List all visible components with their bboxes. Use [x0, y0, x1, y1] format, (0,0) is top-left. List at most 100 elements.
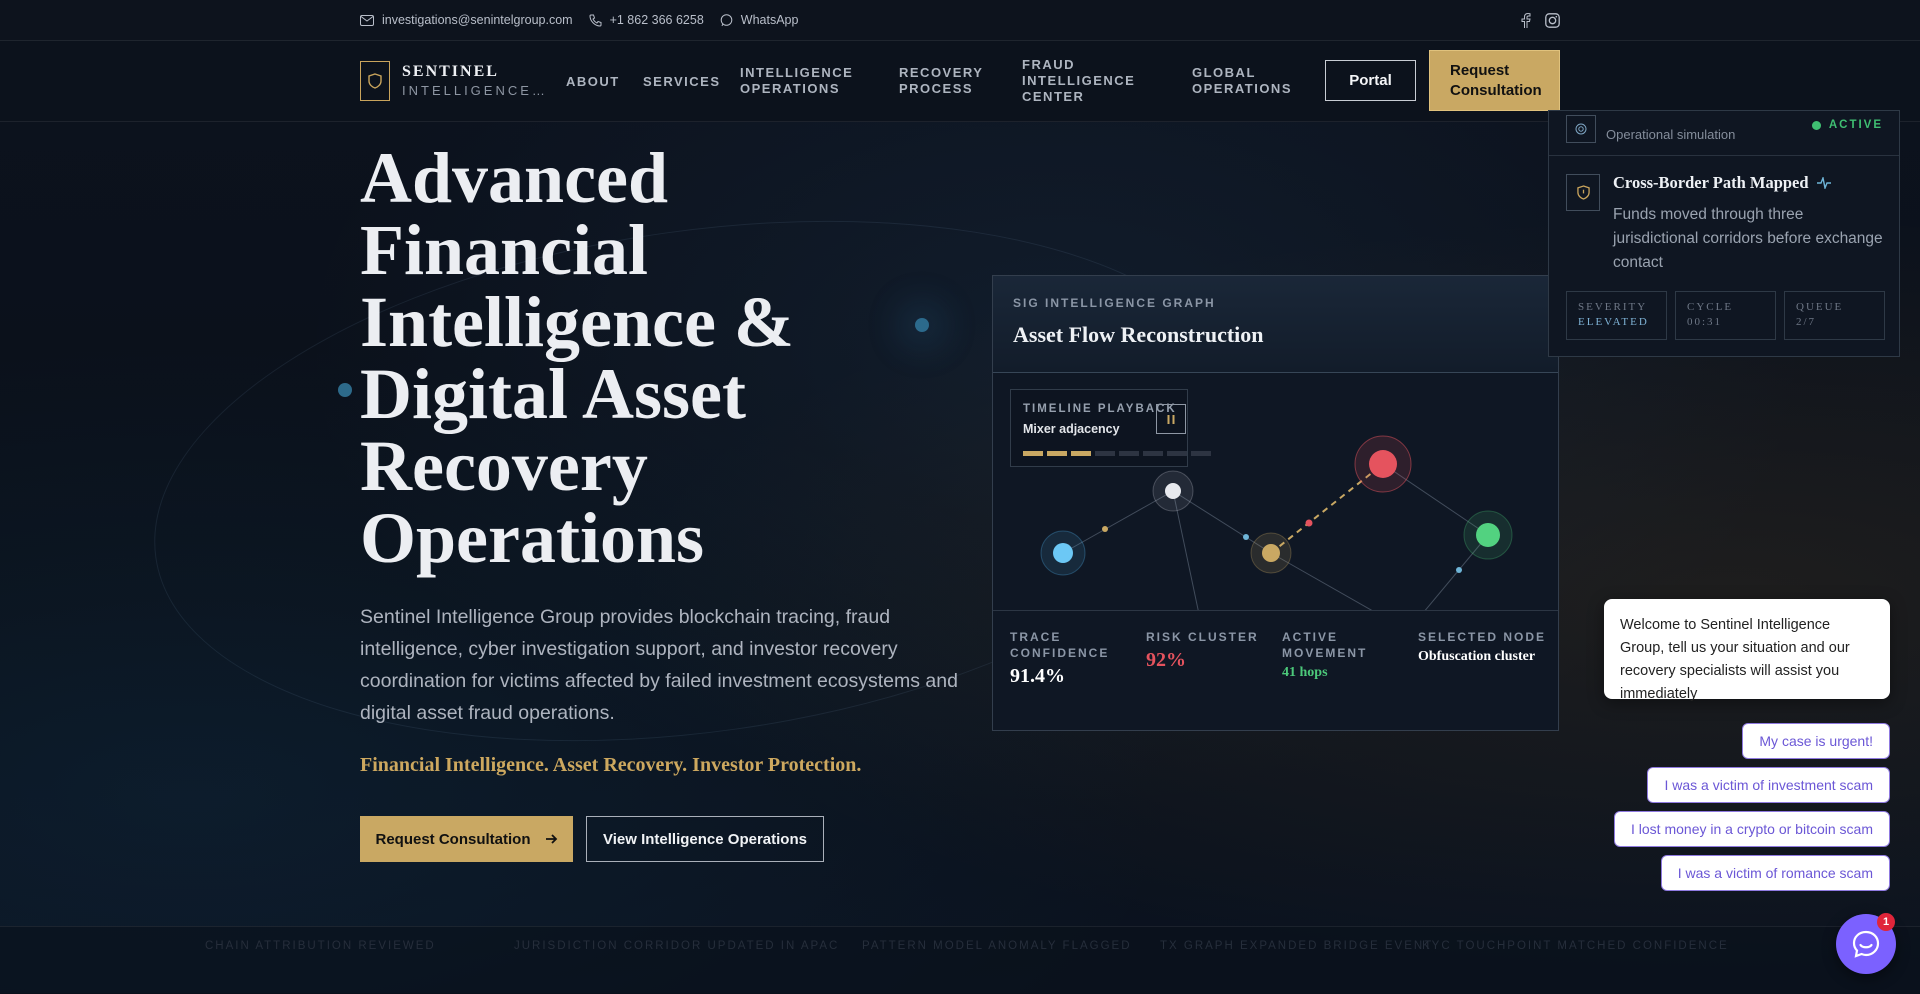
asset-flow-card-header: SIG INTELLIGENCE GRAPH Asset Flow Recons… — [993, 276, 1558, 373]
chat-option-romance-scam[interactable]: I was a victim of romance scam — [1660, 855, 1890, 891]
timeline-playback-kicker: TIMELINE PLAYBACK — [1023, 403, 1177, 415]
chat-unread-badge: 1 — [1877, 913, 1895, 931]
ticker-item: PATTERN MODEL ANOMALY FLAGGED — [862, 940, 1132, 952]
intel-ticker: CHAIN ATTRIBUTION REVIEWED JURISDICTION … — [0, 926, 1920, 994]
asset-flow-kicker: SIG INTELLIGENCE GRAPH — [1013, 296, 1216, 310]
chip-severity: SEVERITY ELEVATED — [1566, 291, 1667, 340]
chip-label: CYCLE — [1687, 301, 1734, 313]
phone-icon — [589, 14, 602, 27]
chip-label: SEVERITY — [1578, 301, 1648, 313]
graph-edge-dot — [1305, 519, 1313, 527]
stat-value: 92% — [1146, 649, 1186, 671]
graph-node-gold[interactable] — [1262, 544, 1280, 562]
timeline-progress-segment — [1047, 451, 1067, 456]
status-badge: ACTIVE — [1811, 119, 1883, 131]
background-node — [915, 318, 929, 332]
stat-value: 91.4% — [1010, 665, 1065, 687]
whatsapp-label: WhatsApp — [740, 13, 799, 27]
ticker-item: CHAIN ATTRIBUTION REVIEWED — [205, 940, 436, 952]
alert-card-header: Operational simulation ACTIVE — [1549, 111, 1899, 156]
graph-edge-dot — [1243, 534, 1249, 540]
pause-button[interactable] — [1156, 404, 1186, 434]
stat-active-movement: ACTIVE MOVEMENT 41 hops — [1282, 629, 1382, 681]
brand-subtitle: INTELLIGENCE… — [402, 83, 548, 98]
timeline-progress-segment — [1071, 451, 1091, 456]
request-consultation-nav-button[interactable]: Request Consultation — [1429, 50, 1560, 111]
nav-link-services[interactable]: SERVICES — [643, 74, 721, 90]
hero-tagline: Financial Intelligence. Asset Recovery. … — [360, 754, 862, 776]
ticker-item: JURISDICTION CORRIDOR UPDATED IN APAC — [514, 940, 840, 952]
view-intelligence-operations-button[interactable]: View Intelligence Operations — [586, 816, 824, 862]
chat-icon — [1852, 930, 1880, 958]
asset-flow-card: SIG INTELLIGENCE GRAPH Asset Flow Recons… — [992, 275, 1559, 731]
contact-phone: +1 862 366 6258 — [609, 13, 704, 27]
nav-link-fraud-intelligence-center[interactable]: FRAUD INTELLIGENCE CENTER — [1022, 57, 1142, 105]
shield-icon — [368, 73, 382, 89]
stat-label: SELECTED NODE — [1418, 630, 1547, 644]
operational-alert-card: Operational simulation ACTIVE Cross-Bord… — [1548, 110, 1900, 357]
mail-icon — [360, 14, 374, 26]
status-label: ACTIVE — [1828, 119, 1883, 131]
stat-value: 41 hops — [1282, 665, 1328, 680]
hero-title: Advanced Financial Intelligence & Digita… — [360, 138, 794, 578]
timeline-progress — [1023, 451, 1211, 456]
facebook-icon[interactable] — [1521, 12, 1531, 28]
ticker-item: KYC TOUCHPOINT MATCHED CONFIDENCE — [1422, 940, 1729, 952]
stat-label: ACTIVE MOVEMENT — [1282, 630, 1368, 660]
asset-flow-title: Asset Flow Reconstruction — [1013, 322, 1264, 347]
alert-title: Cross-Border Path Mapped — [1613, 173, 1831, 193]
nav-link-recovery-process[interactable]: RECOVERY PROCESS — [899, 65, 989, 97]
portal-button[interactable]: Portal — [1325, 60, 1416, 101]
alert-description: Funds moved through three jurisdictional… — [1613, 206, 1883, 271]
hero-description: Sentinel Intelligence Group provides blo… — [360, 606, 958, 724]
stat-label: TRACE CONFIDENCE — [1010, 630, 1110, 660]
instagram-icon[interactable] — [1545, 12, 1560, 28]
top-contact-bar: investigations@senintelgroup.com +1 862 … — [0, 0, 1920, 41]
graph-node-green[interactable] — [1476, 523, 1500, 547]
radar-icon — [1566, 115, 1596, 143]
stat-trace-confidence: TRACE CONFIDENCE 91.4% — [1010, 629, 1120, 688]
contact-phone-link[interactable]: +1 862 366 6258 — [589, 13, 704, 27]
social-links — [1521, 12, 1560, 28]
activity-icon — [1816, 177, 1831, 189]
background-node — [338, 383, 352, 397]
whatsapp-link[interactable]: WhatsApp — [720, 13, 799, 27]
flow-graph[interactable]: TIMELINE PLAYBACK Mixer adjacency — [993, 373, 1558, 610]
stat-selected-node: SELECTED NODE Obfuscation cluster — [1418, 629, 1553, 665]
chat-option-urgent[interactable]: My case is urgent! — [1742, 723, 1890, 759]
arrow-right-icon — [545, 834, 557, 844]
status-dot-icon — [1811, 120, 1821, 130]
graph-node-red[interactable] — [1369, 450, 1397, 478]
timeline-playback-panel: TIMELINE PLAYBACK Mixer adjacency — [1010, 389, 1211, 467]
graph-edge-dot — [1102, 526, 1108, 532]
request-consultation-label: Request Consultation — [375, 830, 531, 848]
nav-link-about[interactable]: ABOUT — [566, 74, 620, 90]
stat-value: Obfuscation cluster — [1418, 649, 1536, 664]
chat-option-investment-scam[interactable]: I was a victim of investment scam — [1647, 767, 1890, 803]
alert-shield-icon — [1566, 174, 1600, 211]
alert-title-text: Cross-Border Path Mapped — [1613, 173, 1809, 192]
request-consultation-button[interactable]: Request Consultation — [360, 816, 573, 862]
logo-mark[interactable] — [360, 61, 390, 101]
contact-email-link[interactable]: investigations@senintelgroup.com — [360, 13, 573, 27]
chip-value: 2/7 — [1796, 316, 1817, 328]
ticker-item: TX GRAPH EXPANDED BRIDGE EVENT — [1160, 940, 1434, 952]
chat-option-crypto-scam[interactable]: I lost money in a crypto or bitcoin scam — [1614, 811, 1890, 847]
timeline-progress-segment — [1095, 451, 1115, 456]
nav-link-global-operations[interactable]: GLOBAL OPERATIONS — [1192, 65, 1302, 97]
whatsapp-icon — [720, 13, 733, 26]
brand-name[interactable]: SENTINEL — [402, 63, 499, 81]
timeline-progress-segment — [1023, 451, 1043, 456]
operational-simulation-label: Operational simulation — [1606, 127, 1736, 142]
chip-cycle: CYCLE 00:31 — [1675, 291, 1776, 340]
nav-link-intelligence-operations[interactable]: INTELLIGENCE OPERATIONS — [740, 65, 870, 97]
contact-email: investigations@senintelgroup.com — [382, 13, 573, 27]
asset-flow-stats: TRACE CONFIDENCE 91.4% RISK CLUSTER 92% … — [993, 610, 1558, 730]
graph-node-white[interactable] — [1165, 483, 1181, 499]
graph-node-blue[interactable] — [1053, 543, 1073, 563]
stat-risk-cluster: RISK CLUSTER 92% — [1146, 629, 1266, 672]
stat-label: RISK CLUSTER — [1146, 630, 1259, 644]
chip-value: 00:31 — [1687, 316, 1723, 328]
timeline-progress-segment — [1143, 451, 1163, 456]
chip-label: QUEUE — [1796, 301, 1844, 313]
